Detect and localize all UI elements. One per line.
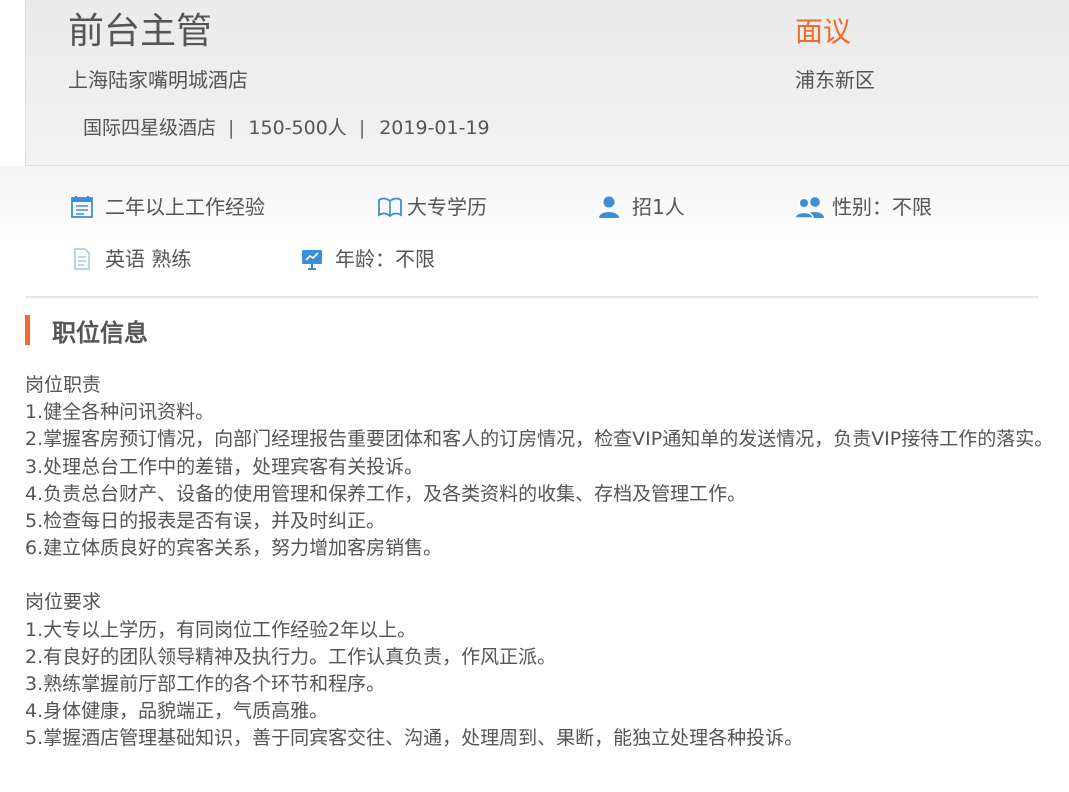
section-header: 职位信息 — [25, 314, 148, 347]
post-date: 2019-01-19 — [379, 117, 490, 139]
requirement-label: 英语 熟练 — [105, 247, 192, 271]
job-description: 岗位职责 1.健全各种问讯资料。 2.掌握客房预订情况，向部门经理报告重要团体和… — [25, 372, 1055, 753]
qualification-item: 4.身体健康，品貌端正，气质高雅。 — [25, 700, 329, 723]
requirement-label: 大专学历 — [407, 195, 487, 219]
requirement-label: 年龄：不限 — [335, 247, 435, 271]
qualification-item: 2.有良好的团队领导精神及执行力。工作认真负责，作风正派。 — [25, 645, 557, 668]
qualifications-heading: 岗位要求 — [25, 591, 102, 614]
requirement-label: 性别：不限 — [832, 195, 932, 219]
section-accent-bar — [25, 315, 30, 345]
people-icon — [794, 194, 826, 220]
meta-separator: | — [228, 117, 235, 139]
qualification-item: 3.熟练掌握前厅部工作的各个环节和程序。 — [25, 673, 386, 696]
duty-item: 2.掌握客房预订情况，向部门经理报告重要团体和客人的订房情况，检查VIP通知单的… — [25, 428, 1054, 451]
duty-item: 5.检查每日的报表是否有误，并及时纠正。 — [25, 510, 386, 533]
meta-separator: | — [358, 117, 366, 139]
section-divider — [25, 296, 1039, 298]
job-title: 前台主管 — [68, 11, 213, 52]
salary: 面议 — [795, 15, 852, 48]
requirement-gender: 性别：不限 — [794, 193, 932, 221]
qualification-item: 5.掌握酒店管理基础知识，善于同宾客交往、沟通，处理周到、果断，能独立处理各种投… — [25, 727, 804, 750]
qualification-item: 1.大专以上学历，有同岗位工作经验2年以上。 — [25, 618, 417, 641]
document-icon — [69, 246, 95, 272]
requirement-language: 英语 熟练 — [69, 245, 191, 273]
company-size: 150-500人 — [248, 117, 347, 139]
requirement-headcount: 招1人 — [596, 193, 685, 221]
presentation-icon — [299, 246, 325, 272]
calendar-icon — [69, 194, 95, 220]
duty-item: 3.处理总台工作中的差错，处理宾客有关投诉。 — [25, 455, 424, 478]
requirement-label: 二年以上工作经验 — [105, 195, 265, 219]
company-name[interactable]: 上海陆家嘴明城酒店 — [68, 66, 248, 94]
duty-item: 1.健全各种问讯资料。 — [25, 401, 215, 424]
person-icon — [596, 194, 622, 220]
requirement-age: 年龄：不限 — [299, 245, 435, 273]
duty-item: 4.负责总台财产、设备的使用管理和保养工作，及各类资料的收集、存档及管理工作。 — [25, 482, 747, 505]
requirement-education: 大专学历 — [377, 193, 487, 221]
duties-heading: 岗位职责 — [25, 374, 102, 396]
book-icon — [377, 194, 403, 220]
hotel-type: 国际四星级酒店 — [83, 117, 217, 139]
duty-item: 6.建立体质良好的宾客关系，努力增加客房销售。 — [25, 537, 443, 560]
company-meta-row: 国际四星级酒店 | 150-500人 | 2019-01-19 — [83, 114, 490, 142]
section-title: 职位信息 — [52, 318, 148, 347]
requirement-label: 招1人 — [632, 195, 685, 219]
requirement-experience: 二年以上工作经验 — [69, 193, 265, 221]
district: 浦东新区 — [795, 68, 875, 92]
